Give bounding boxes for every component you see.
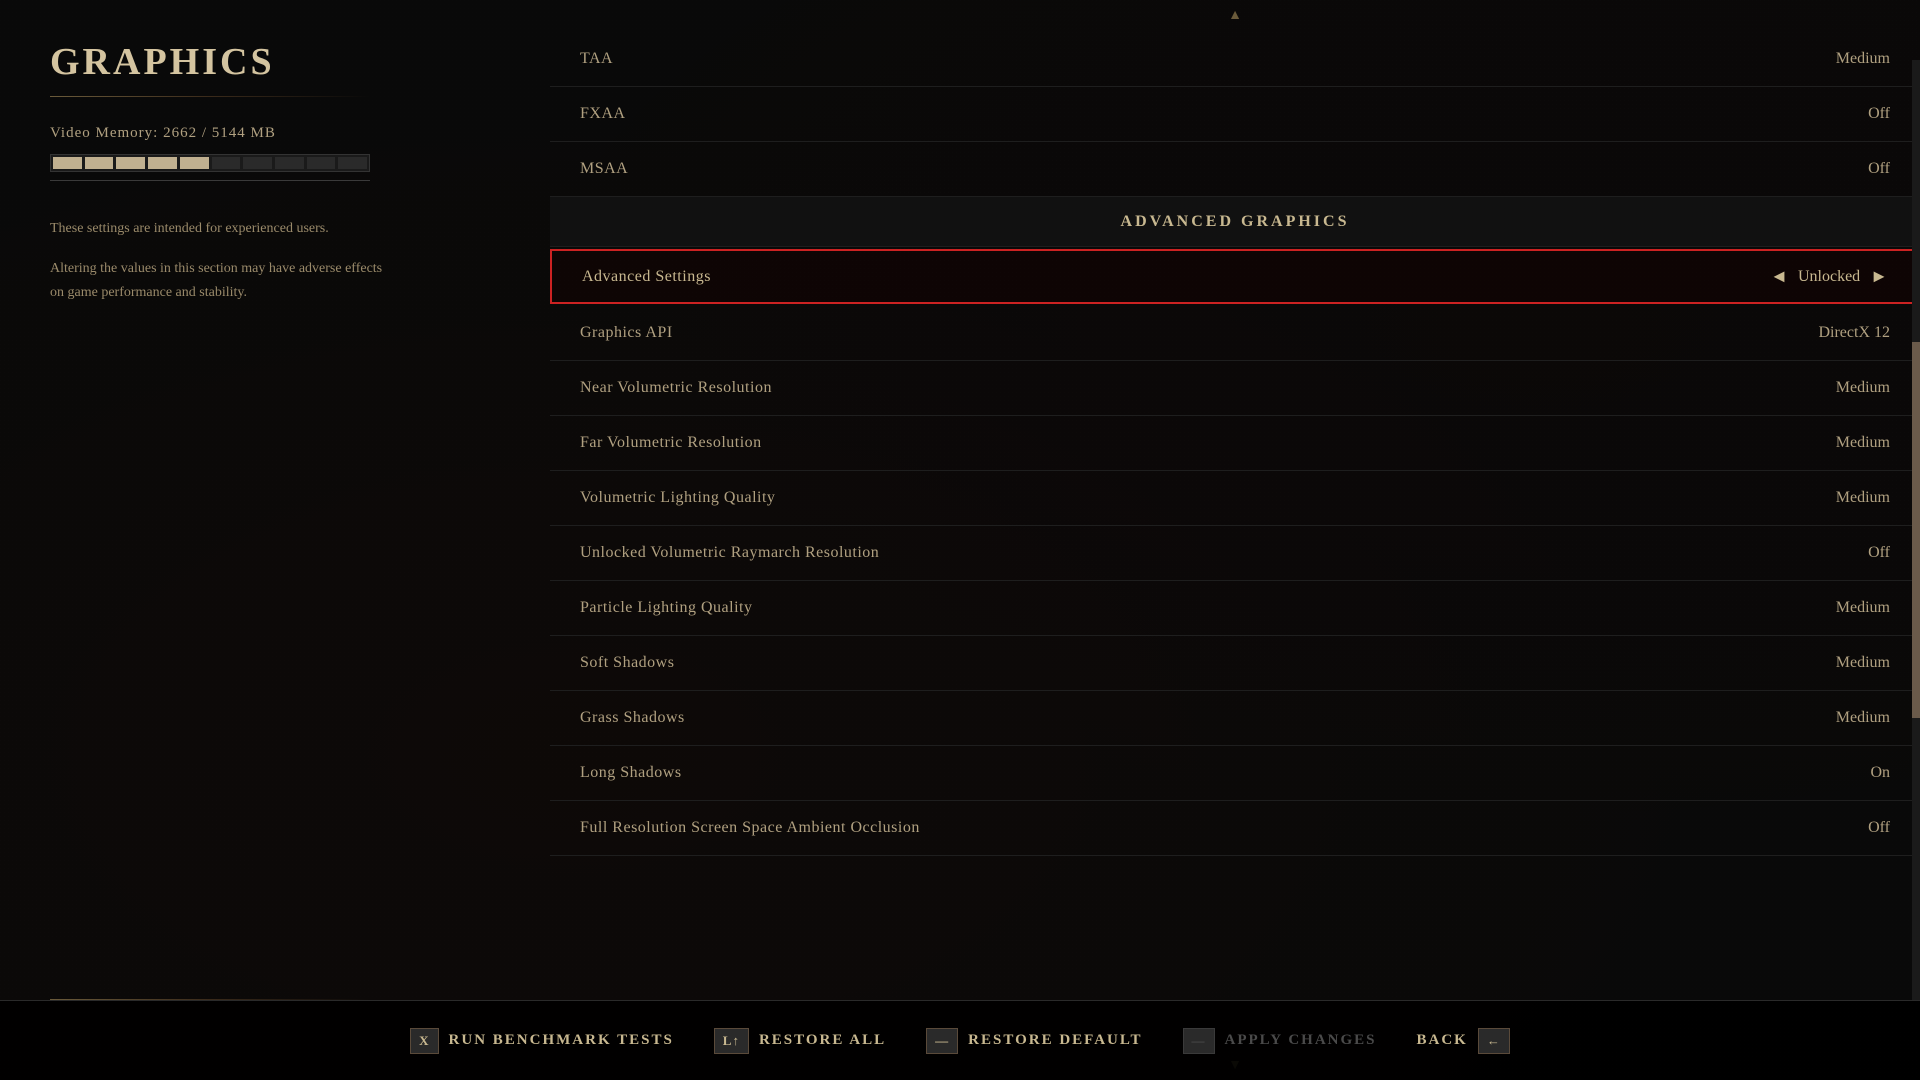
arrow-right-icon: ► — [1870, 266, 1888, 287]
setting-row-soft-shadows[interactable]: Soft Shadows Medium — [550, 636, 1920, 691]
back-label: Back — [1417, 1032, 1468, 1049]
memory-segment-1 — [53, 157, 82, 169]
toolbar-back[interactable]: Back ← — [1417, 1028, 1510, 1054]
setting-row-full-resolution-ssao[interactable]: Full Resolution Screen Space Ambient Occ… — [550, 801, 1920, 856]
memory-bar-divider — [50, 180, 370, 181]
setting-value-full-resolution-ssao: Off — [1868, 819, 1890, 837]
back-key: ← — [1478, 1028, 1510, 1054]
scroll-up-icon — [1228, 8, 1242, 24]
section-header-advanced-graphics: Advanced Graphics — [550, 197, 1920, 247]
section-header-text: Advanced Graphics — [1121, 213, 1350, 231]
setting-name-graphics-api: Graphics API — [580, 324, 673, 342]
setting-value-taa: Medium — [1836, 50, 1890, 68]
arrow-left-icon: ◄ — [1770, 266, 1788, 287]
setting-row-taa[interactable]: TAA Medium — [550, 32, 1920, 87]
setting-value-unlocked-volumetric: Off — [1868, 544, 1890, 562]
page-container: Graphics Video Memory: 2662 / 5144 MB Th… — [0, 0, 1920, 1080]
setting-name-far-volumetric: Far Volumetric Resolution — [580, 434, 762, 452]
settings-list[interactable]: TAA Medium FXAA Off MSAA Off Advanced Gr… — [550, 32, 1920, 1052]
benchmark-key: X — [410, 1028, 438, 1054]
setting-value-near-volumetric: Medium — [1836, 379, 1890, 397]
setting-name-full-resolution-ssao: Full Resolution Screen Space Ambient Occ… — [580, 819, 920, 837]
setting-row-grass-shadows[interactable]: Grass Shadows Medium — [550, 691, 1920, 746]
setting-row-near-volumetric[interactable]: Near Volumetric Resolution Medium — [550, 361, 1920, 416]
restore-default-label: Restore Default — [968, 1032, 1142, 1049]
setting-row-advanced-settings[interactable]: Advanced Settings ◄ Unlocked ► — [550, 249, 1920, 304]
setting-name-advanced: Advanced Settings — [582, 268, 711, 286]
setting-name-soft-shadows: Soft Shadows — [580, 654, 674, 672]
toolbar-restore-all[interactable]: L↑ Restore All — [714, 1028, 886, 1054]
setting-row-far-volumetric[interactable]: Far Volumetric Resolution Medium — [550, 416, 1920, 471]
title-divider — [50, 96, 370, 97]
toolbar-apply-changes[interactable]: — Apply Changes — [1183, 1028, 1377, 1054]
setting-row-long-shadows[interactable]: Long Shadows On — [550, 746, 1920, 801]
setting-value-volumetric-lighting: Medium — [1836, 489, 1890, 507]
setting-name-unlocked-volumetric: Unlocked Volumetric Raymarch Resolution — [580, 544, 879, 562]
bottom-toolbar: X Run Benchmark Tests L↑ Restore All — R… — [0, 1000, 1920, 1080]
advanced-value-container: ◄ Unlocked ► — [1770, 266, 1888, 287]
toolbar-benchmark[interactable]: X Run Benchmark Tests — [410, 1028, 674, 1054]
memory-segment-6 — [212, 157, 241, 169]
setting-row-msaa[interactable]: MSAA Off — [550, 142, 1920, 197]
setting-name-fxaa: FXAA — [580, 105, 626, 123]
setting-value-fxaa: Off — [1868, 105, 1890, 123]
setting-name-taa: TAA — [580, 50, 613, 68]
scrollbar[interactable] — [1912, 60, 1920, 1000]
setting-name-volumetric-lighting: Volumetric Lighting Quality — [580, 489, 775, 507]
memory-segment-9 — [307, 157, 336, 169]
left-panel: Graphics Video Memory: 2662 / 5144 MB Th… — [0, 0, 550, 1080]
memory-segment-3 — [116, 157, 145, 169]
memory-segment-7 — [243, 157, 272, 169]
memory-segment-10 — [338, 157, 367, 169]
setting-name-particle-lighting: Particle Lighting Quality — [580, 599, 752, 617]
restore-all-label: Restore All — [759, 1032, 886, 1049]
setting-row-fxaa[interactable]: FXAA Off — [550, 87, 1920, 142]
setting-value-msaa: Off — [1868, 160, 1890, 178]
setting-name-msaa: MSAA — [580, 160, 628, 178]
memory-segment-8 — [275, 157, 304, 169]
setting-row-unlocked-volumetric[interactable]: Unlocked Volumetric Raymarch Resolution … — [550, 526, 1920, 581]
video-memory-section: Video Memory: 2662 / 5144 MB — [50, 125, 500, 201]
apply-changes-label: Apply Changes — [1225, 1032, 1377, 1049]
video-memory-label: Video Memory: 2662 / 5144 MB — [50, 125, 500, 142]
memory-segment-5 — [180, 157, 209, 169]
setting-value-soft-shadows: Medium — [1836, 654, 1890, 672]
warning-text-2: Altering the values in this section may … — [50, 257, 390, 305]
page-title: Graphics — [50, 40, 500, 84]
setting-value-long-shadows: On — [1870, 764, 1890, 782]
right-panel: TAA Medium FXAA Off MSAA Off Advanced Gr… — [550, 0, 1920, 1080]
setting-row-volumetric-lighting[interactable]: Volumetric Lighting Quality Medium — [550, 471, 1920, 526]
memory-segment-2 — [85, 157, 114, 169]
benchmark-label: Run Benchmark Tests — [449, 1032, 674, 1049]
setting-name-near-volumetric: Near Volumetric Resolution — [580, 379, 772, 397]
setting-value-advanced: Unlocked — [1798, 268, 1860, 286]
setting-value-grass-shadows: Medium — [1836, 709, 1890, 727]
setting-name-long-shadows: Long Shadows — [580, 764, 682, 782]
warning-text: These settings are intended for experien… — [50, 217, 390, 320]
restore-default-key: — — [926, 1028, 958, 1054]
warning-text-1: These settings are intended for experien… — [50, 217, 390, 241]
setting-row-graphics-api[interactable]: Graphics API DirectX 12 — [550, 306, 1920, 361]
scrollbar-thumb[interactable] — [1912, 342, 1920, 718]
setting-row-particle-lighting[interactable]: Particle Lighting Quality Medium — [550, 581, 1920, 636]
toolbar-restore-default[interactable]: — Restore Default — [926, 1028, 1142, 1054]
setting-value-far-volumetric: Medium — [1836, 434, 1890, 452]
memory-bar — [50, 154, 370, 172]
setting-name-grass-shadows: Grass Shadows — [580, 709, 685, 727]
setting-value-particle-lighting: Medium — [1836, 599, 1890, 617]
scroll-indicator-top — [550, 0, 1920, 32]
setting-value-graphics-api: DirectX 12 — [1818, 324, 1890, 342]
apply-changes-key: — — [1183, 1028, 1215, 1054]
restore-all-key: L↑ — [714, 1028, 749, 1054]
memory-segment-4 — [148, 157, 177, 169]
